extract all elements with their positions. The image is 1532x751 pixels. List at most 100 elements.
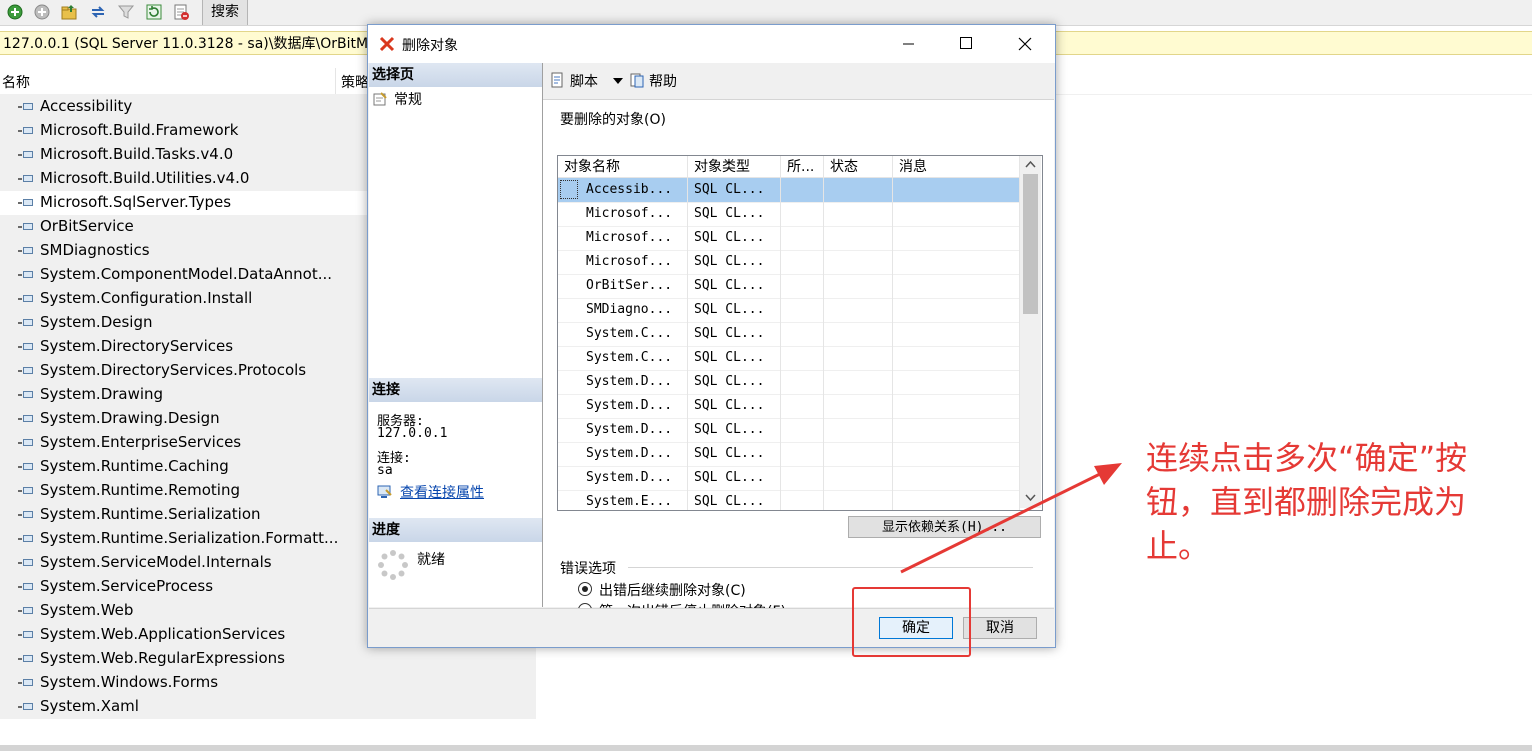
table-cell xyxy=(893,298,1020,322)
assembly-icon xyxy=(18,607,34,615)
table-cell-text: SQL CL... xyxy=(694,278,765,293)
table-cell xyxy=(824,274,893,298)
refresh-icon[interactable] xyxy=(145,3,163,21)
annotation-arrow-icon xyxy=(900,463,1122,574)
table-cell-text: System.D... xyxy=(586,398,673,413)
maximize-button[interactable] xyxy=(937,25,995,63)
assembly-icon xyxy=(18,367,34,375)
table-cell xyxy=(824,466,893,490)
table-cell-text: SQL CL... xyxy=(694,182,765,197)
table-cell xyxy=(781,418,824,442)
grid-column-header[interactable]: 状态 xyxy=(824,156,893,178)
table-cell: System.E... xyxy=(558,490,688,510)
list-item-label: Microsoft.Build.Tasks.v4.0 xyxy=(40,145,234,163)
table-cell xyxy=(781,202,824,226)
help-button[interactable]: 帮助 xyxy=(629,70,689,92)
page-icon xyxy=(373,92,387,106)
table-row[interactable]: Microsof... SQL CL... xyxy=(558,226,1020,251)
list-item-label: System.Configuration.Install xyxy=(40,289,253,307)
table-cell-text: Microsof... xyxy=(586,230,673,245)
assembly-icon xyxy=(18,247,34,255)
folder-up-icon[interactable] xyxy=(60,3,78,21)
table-cell-text: System.C... xyxy=(586,350,673,365)
table-cell-text: SQL CL... xyxy=(694,254,765,269)
dialog-titlebar[interactable]: 删除对象 xyxy=(368,25,1055,63)
script-icon xyxy=(551,72,563,88)
table-cell: SQL CL... xyxy=(688,202,781,226)
assembly-icon xyxy=(18,655,34,663)
table-row[interactable]: System.D... SQL CL... xyxy=(558,370,1020,395)
scroll-thumb[interactable] xyxy=(1023,174,1038,314)
objects-to-delete-label: 要删除的对象(O) xyxy=(560,112,666,128)
report-icon[interactable] xyxy=(172,3,190,21)
list-item[interactable]: System.Web.RegularExpressions xyxy=(0,647,536,671)
list-item-label: Microsoft.SqlServer.Types xyxy=(40,193,232,211)
filter-icon[interactable] xyxy=(117,3,135,21)
continue-on-error-label[interactable]: 出错后继续删除对象(C) xyxy=(599,580,746,600)
table-cell xyxy=(781,274,824,298)
view-connection-properties-link[interactable]: 查看连接属性 xyxy=(400,482,484,502)
cancel-button[interactable]: 取消 xyxy=(963,617,1037,639)
add-icon[interactable] xyxy=(33,3,51,21)
table-cell-text: SQL CL... xyxy=(694,374,765,389)
table-cell xyxy=(824,418,893,442)
assembly-icon xyxy=(18,439,34,447)
table-cell xyxy=(824,442,893,466)
page-general-item[interactable]: 常规 xyxy=(372,89,537,109)
error-options-label: 错误选项 xyxy=(560,561,616,577)
list-item[interactable]: Microsoft.SqlServer.Types xyxy=(0,191,367,215)
assembly-icon xyxy=(18,559,34,567)
grid-column-header[interactable]: 对象名称 xyxy=(558,156,688,178)
grid-column-header[interactable]: 所... xyxy=(781,156,824,178)
table-row[interactable]: System.D... SQL CL... xyxy=(558,394,1020,419)
close-button[interactable] xyxy=(996,25,1054,63)
table-cell-text: SQL CL... xyxy=(694,230,765,245)
assembly-icon xyxy=(18,343,34,351)
list-item-label: System.Design xyxy=(40,313,153,331)
table-cell: SQL CL... xyxy=(688,466,781,490)
list-item-label: System.Drawing.Design xyxy=(40,409,220,427)
search-tab[interactable]: 搜索 xyxy=(202,0,248,25)
column-divider[interactable] xyxy=(335,68,336,94)
list-item-label: System.DirectoryServices.Protocols xyxy=(40,361,307,379)
table-cell xyxy=(781,394,824,418)
table-cell: System.D... xyxy=(558,466,688,490)
grid-column-header[interactable]: 消息 xyxy=(893,156,1020,178)
list-item-label: System.Web.RegularExpressions xyxy=(40,649,285,667)
table-row[interactable]: Accessib... SQL CL... xyxy=(558,178,1020,203)
sync-icon[interactable] xyxy=(89,3,107,21)
table-cell: SMDiagno... xyxy=(558,298,688,322)
script-button[interactable]: 脚本 xyxy=(549,70,625,92)
list-item[interactable]: System.Windows.Forms xyxy=(0,671,536,695)
column-name-header[interactable]: 名称 xyxy=(2,72,30,92)
progress-header: 进度 xyxy=(369,518,542,542)
table-cell xyxy=(893,226,1020,250)
status-bar xyxy=(0,745,1532,751)
table-row[interactable]: Microsof... SQL CL... xyxy=(558,250,1020,275)
table-row[interactable]: Microsof... SQL CL... xyxy=(558,202,1020,227)
scroll-up-icon[interactable] xyxy=(1025,161,1036,168)
table-cell xyxy=(824,322,893,346)
table-cell: SQL CL... xyxy=(688,394,781,418)
continue-on-error-radio[interactable] xyxy=(578,582,592,596)
assembly-icon xyxy=(18,631,34,639)
table-row[interactable]: OrBitSer... SQL CL... xyxy=(558,274,1020,299)
chevron-down-icon xyxy=(613,78,623,84)
table-cell xyxy=(893,274,1020,298)
column-policy-header[interactable]: 策略 xyxy=(341,72,369,92)
list-item-label: System.DirectoryServices xyxy=(40,337,234,355)
table-row[interactable]: SMDiagno... SQL CL... xyxy=(558,298,1020,323)
table-cell xyxy=(893,394,1020,418)
table-cell: System.D... xyxy=(558,394,688,418)
assembly-icon xyxy=(18,175,34,183)
page-selector-pane: 选择页 常规 连接 服务器: 127.0.0.1 连接: sa 查看连接属性 进… xyxy=(369,63,543,607)
table-row[interactable]: System.C... SQL CL... xyxy=(558,346,1020,371)
table-row[interactable]: System.C... SQL CL... xyxy=(558,322,1020,347)
refresh-green-icon[interactable] xyxy=(6,3,24,21)
table-row[interactable]: System.D... SQL CL... xyxy=(558,418,1020,443)
minimize-button[interactable] xyxy=(879,25,937,63)
help-label: 帮助 xyxy=(649,74,677,90)
table-cell xyxy=(824,394,893,418)
list-item[interactable]: System.Xaml xyxy=(0,695,536,719)
grid-column-header[interactable]: 对象类型 xyxy=(688,156,781,178)
